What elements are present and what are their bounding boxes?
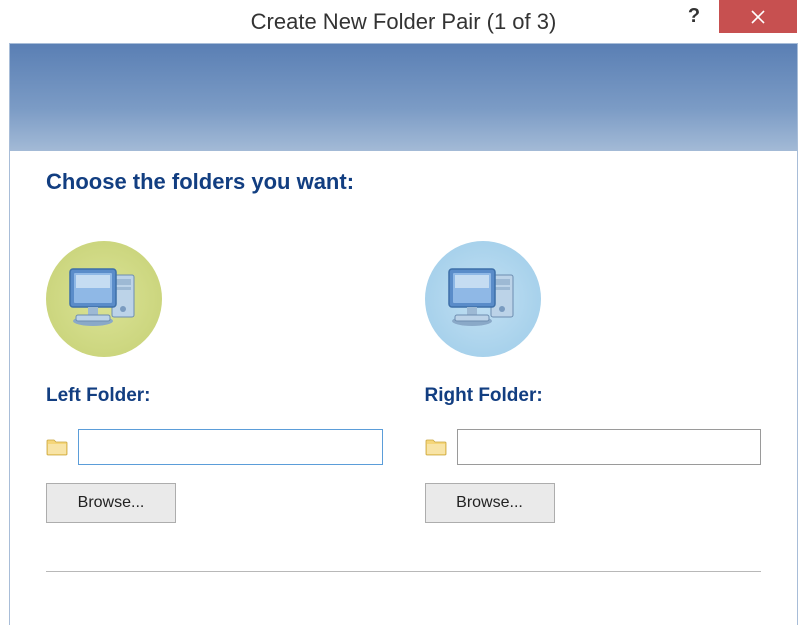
- close-icon: [751, 10, 765, 24]
- right-browse-button[interactable]: Browse...: [425, 483, 555, 523]
- left-folder-input[interactable]: [78, 429, 383, 465]
- right-folder-label: Right Folder:: [425, 385, 762, 407]
- right-folder-column: Right Folder: Browse...: [425, 241, 762, 523]
- left-browse-button[interactable]: Browse...: [46, 483, 176, 523]
- right-computer-badge: [425, 241, 541, 357]
- folder-icon: [425, 438, 447, 456]
- left-folder-column: Left Folder: Browse...: [46, 241, 383, 523]
- computer-icon: [441, 257, 525, 341]
- wizard-content: Choose the folders you want: Left Folder…: [9, 151, 798, 625]
- left-folder-label: Left Folder:: [46, 385, 383, 407]
- close-button[interactable]: [719, 0, 797, 33]
- computer-icon: [62, 257, 146, 341]
- divider: [46, 571, 761, 572]
- titlebar: Create New Folder Pair (1 of 3) ?: [0, 0, 807, 43]
- left-input-row: [46, 429, 383, 465]
- page-heading: Choose the folders you want:: [46, 169, 761, 195]
- right-folder-input[interactable]: [457, 429, 762, 465]
- folder-icon: [46, 438, 68, 456]
- titlebar-buttons: ?: [669, 0, 797, 33]
- left-computer-badge: [46, 241, 162, 357]
- right-input-row: [425, 429, 762, 465]
- folder-pair-row: Left Folder: Browse...: [46, 241, 761, 523]
- help-button[interactable]: ?: [669, 0, 719, 33]
- banner-header: [9, 43, 798, 151]
